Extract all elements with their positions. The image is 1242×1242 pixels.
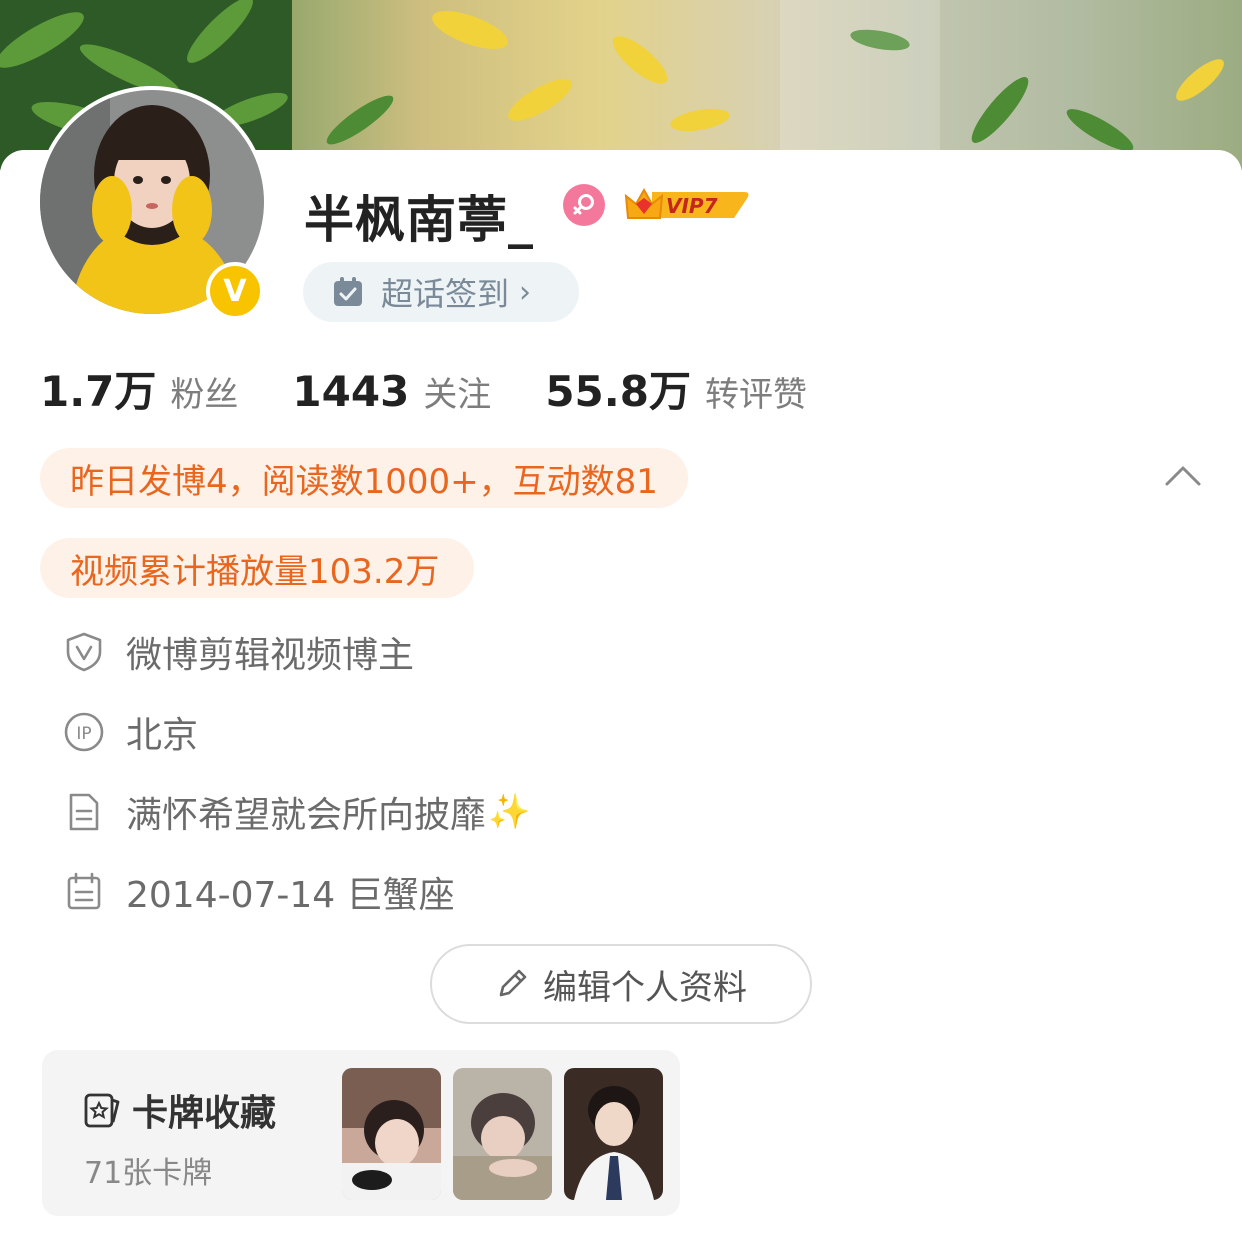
- following-label[interactable]: 关注: [423, 367, 491, 416]
- engagement-label[interactable]: 转评赞: [705, 367, 807, 416]
- pencil-icon: [499, 969, 527, 997]
- certification-text: 微博剪辑视频博主: [126, 635, 415, 676]
- supertopic-checkin-label: 超话签到: [381, 275, 510, 313]
- followers-label[interactable]: 粉丝: [170, 367, 238, 416]
- birthday-row: 2014-07-14 巨蟹座: [62, 866, 455, 918]
- following-count[interactable]: 1443: [292, 367, 409, 416]
- card-thumbnail-1[interactable]: [342, 1068, 441, 1200]
- certification-row: 微博剪辑视频博主: [62, 626, 414, 678]
- calendar-check-icon: [334, 277, 362, 306]
- engagement-count[interactable]: 55.8万: [545, 358, 691, 419]
- edit-profile-button[interactable]: 编辑个人资料: [430, 944, 812, 1024]
- chevron-right-icon: ›: [519, 274, 532, 310]
- bio-text: 满怀希望就会所向披靡: [126, 795, 487, 836]
- shield-v-icon: [66, 632, 102, 672]
- sparkles-icon: ✨: [488, 792, 531, 832]
- card-count: 71张卡牌: [84, 1156, 213, 1191]
- bio-row: 满怀希望就会所向披靡 ✨: [62, 786, 530, 838]
- birthday-text: 2014-07-14 巨蟹座: [126, 875, 455, 916]
- verified-badge-icon: V: [206, 262, 264, 320]
- card-star-icon: [84, 1093, 120, 1128]
- female-gender-icon: [563, 184, 605, 226]
- daily-summary-pill[interactable]: 昨日发博4，阅读数1000+，互动数81: [40, 448, 688, 508]
- card-collection-title: 卡牌收藏: [132, 1093, 277, 1134]
- supertopic-checkin-button[interactable]: 超话签到 ›: [303, 262, 579, 322]
- vip-label: VIP7: [666, 194, 718, 218]
- card-collection-panel[interactable]: 卡牌收藏 71张卡牌: [42, 1050, 680, 1216]
- followers-count[interactable]: 1.7万: [40, 358, 156, 419]
- card-thumbnail-3[interactable]: [564, 1068, 663, 1200]
- profile-stats: 1.7万 粉丝 1443 关注 55.8万 转评赞: [40, 358, 807, 418]
- calendar-icon: [67, 872, 101, 910]
- ip-location-icon: IP: [64, 712, 104, 752]
- document-icon: [69, 793, 99, 831]
- svg-text:IP: IP: [76, 724, 91, 744]
- ip-location-row: IP 北京: [62, 706, 198, 758]
- video-plays-pill[interactable]: 视频累计播放量103.2万: [40, 538, 474, 598]
- card-thumbnail-2[interactable]: [453, 1068, 552, 1200]
- card-collection-title-row: 卡牌收藏: [82, 1084, 276, 1136]
- edit-profile-label: 编辑个人资料: [543, 967, 747, 1008]
- vip-level-badge[interactable]: VIP7: [622, 182, 752, 228]
- ip-location-text: 北京: [126, 715, 199, 756]
- username: 半枫南葶_: [304, 191, 534, 249]
- chevron-up-icon[interactable]: [1164, 462, 1202, 488]
